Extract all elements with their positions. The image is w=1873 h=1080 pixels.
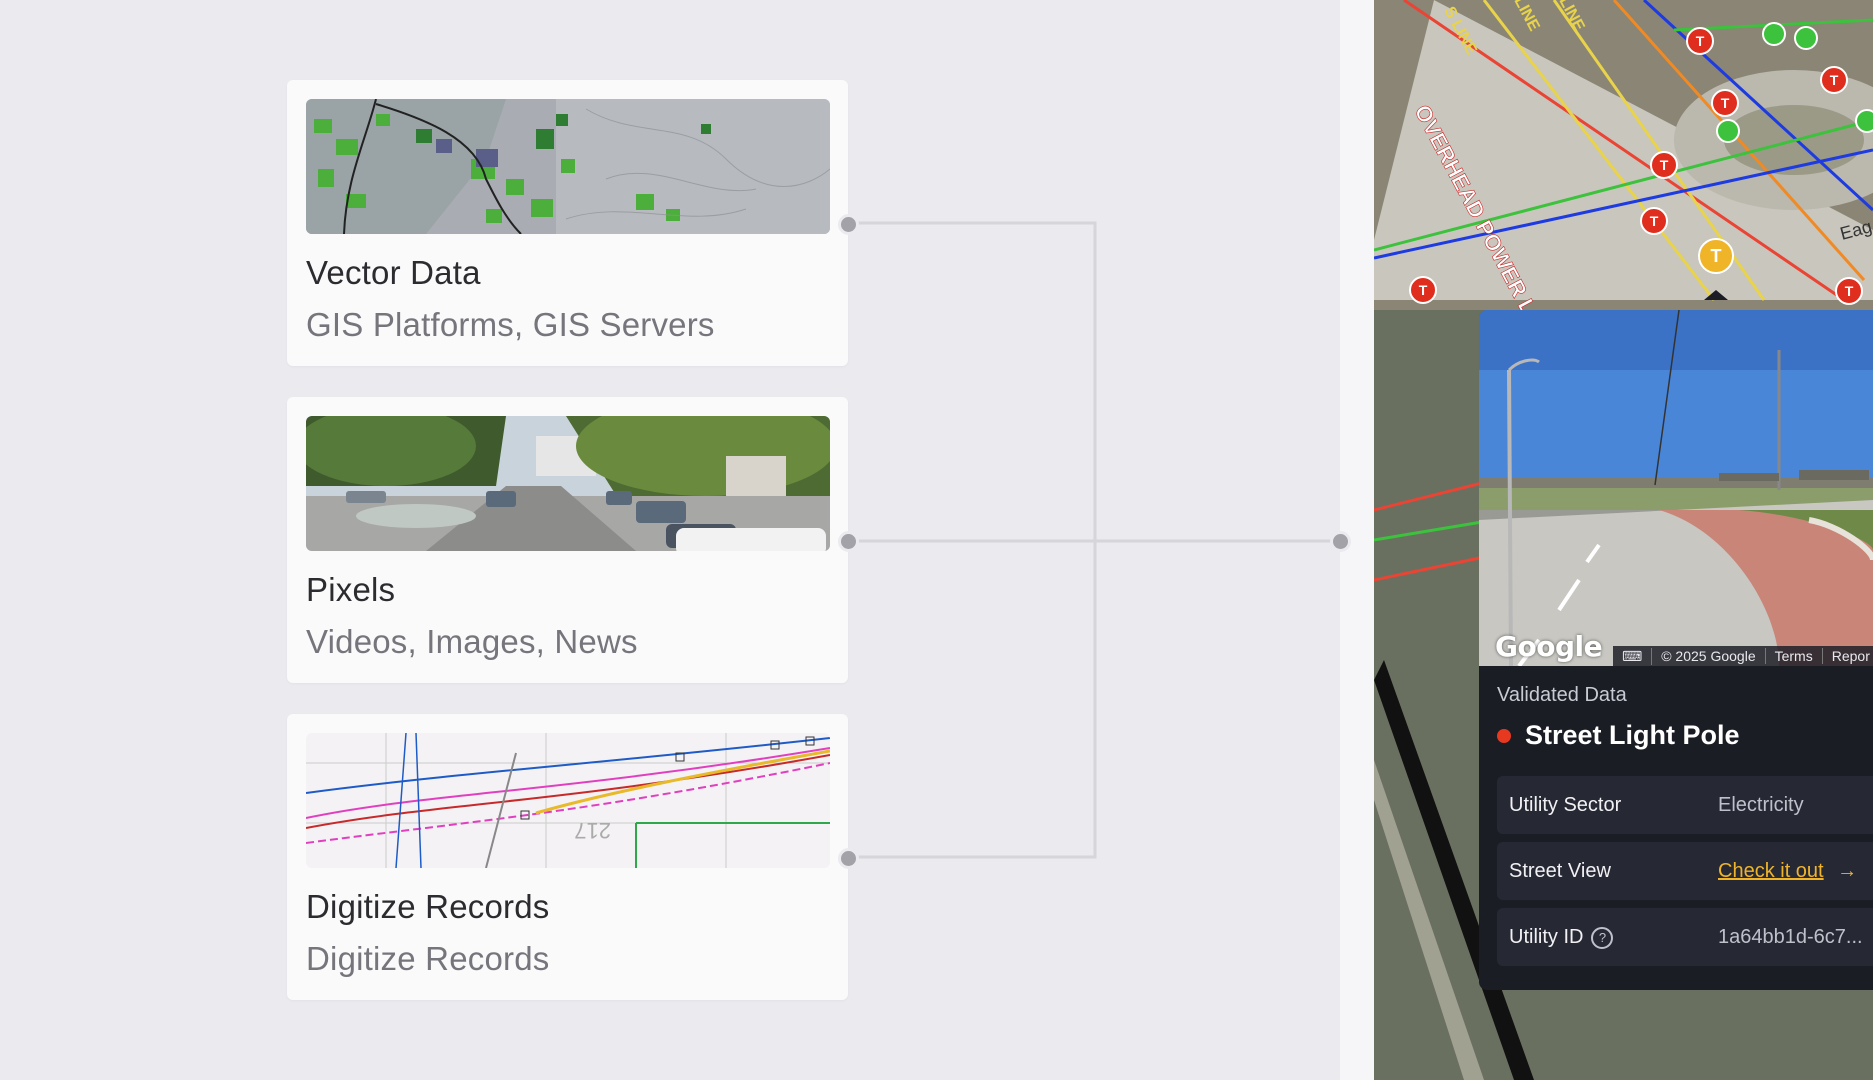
attribute-key: Street View	[1509, 860, 1611, 882]
attribute-key: Utility ID	[1509, 926, 1584, 948]
selected-pole-marker-icon: T	[1698, 238, 1734, 274]
utility-node-icon	[1794, 26, 1818, 50]
pole-marker-icon: T	[1820, 66, 1848, 94]
check-it-out-link[interactable]: Check it out	[1718, 860, 1824, 882]
attribute-row-utility-sector: Utility Sector Electricity	[1497, 776, 1873, 834]
svg-text:217: 217	[574, 818, 611, 843]
help-icon[interactable]: ?	[1591, 926, 1614, 949]
map-attribution: ⌨ © 2025 Google Terms Repor	[1613, 646, 1873, 666]
utility-node-icon	[1762, 22, 1786, 46]
feature-heading: Street Light Pole	[1497, 720, 1740, 751]
attribute-row-street-view: Street View Check it out →	[1497, 842, 1873, 900]
feature-title: Street Light Pole	[1525, 720, 1740, 750]
utility-node-icon	[1716, 119, 1740, 143]
card-title: Digitize Records	[306, 888, 550, 925]
connector-node-center	[1330, 531, 1351, 552]
pole-marker-icon: T	[1711, 89, 1739, 117]
status-dot-icon	[1497, 728, 1511, 743]
validated-label: Validated Data	[1497, 684, 1627, 706]
utility-drawing-thumbnail: 217	[306, 733, 830, 868]
utility-node-icon	[1855, 109, 1873, 133]
attribute-value: Electricity	[1718, 794, 1804, 816]
pole-marker-icon: T	[1686, 27, 1714, 55]
card-title: Vector Data	[306, 254, 481, 291]
connector-node	[838, 531, 859, 552]
pole-marker-icon: T	[1835, 277, 1863, 305]
pole-marker-icon: T	[1640, 207, 1668, 235]
street-view-link[interactable]: Check it out →	[1718, 860, 1857, 883]
connector-node	[838, 214, 859, 235]
attribute-row-utility-id: Utility ID ? 1a64bb1d-6c7...	[1497, 908, 1873, 966]
arrow-right-icon: →	[1837, 860, 1858, 882]
digitize-records-card[interactable]: 217 Digitize Records Digitize Records	[287, 714, 848, 1000]
attribute-key: Utility Sector	[1509, 794, 1622, 816]
attribute-value: 1a64bb1d-6c7...	[1718, 926, 1863, 948]
card-title: Pixels	[306, 571, 396, 608]
svg-text:T: T	[1660, 157, 1669, 173]
svg-text:T: T	[1721, 95, 1730, 111]
terms-link[interactable]: Terms	[1766, 648, 1823, 664]
pole-marker-icon: T	[1650, 151, 1678, 179]
svg-text:T: T	[1419, 282, 1428, 298]
svg-text:T: T	[1696, 33, 1705, 49]
svg-text:T: T	[1845, 283, 1854, 299]
keyboard-icon[interactable]: ⌨	[1613, 647, 1653, 665]
street-photo-thumbnail	[306, 416, 830, 551]
street-view-preview[interactable]: Google ⌨ © 2025 Google Terms Repor	[1479, 310, 1873, 666]
copyright-text: © 2025 Google	[1652, 648, 1766, 664]
svg-text:T: T	[1830, 72, 1839, 88]
svg-text:T: T	[1711, 246, 1722, 266]
svg-text:T: T	[1650, 213, 1659, 229]
card-subtitle: Videos, Images, News	[306, 623, 638, 660]
connector-node	[838, 848, 859, 869]
vector-data-card[interactable]: Vector Data GIS Platforms, GIS Servers	[287, 80, 848, 366]
card-subtitle: GIS Platforms, GIS Servers	[306, 306, 715, 343]
pixels-card[interactable]: Pixels Videos, Images, News	[287, 397, 848, 683]
report-link[interactable]: Repor	[1823, 648, 1873, 664]
satellite-thumbnail	[306, 99, 830, 234]
feature-info-panel: Google ⌨ © 2025 Google Terms Repor Valid…	[1479, 310, 1873, 990]
card-subtitle: Digitize Records	[306, 940, 550, 977]
pole-marker-icon: T	[1409, 276, 1437, 304]
google-logo: Google	[1495, 630, 1603, 663]
attribute-key-wrap: Utility ID ?	[1509, 926, 1614, 949]
